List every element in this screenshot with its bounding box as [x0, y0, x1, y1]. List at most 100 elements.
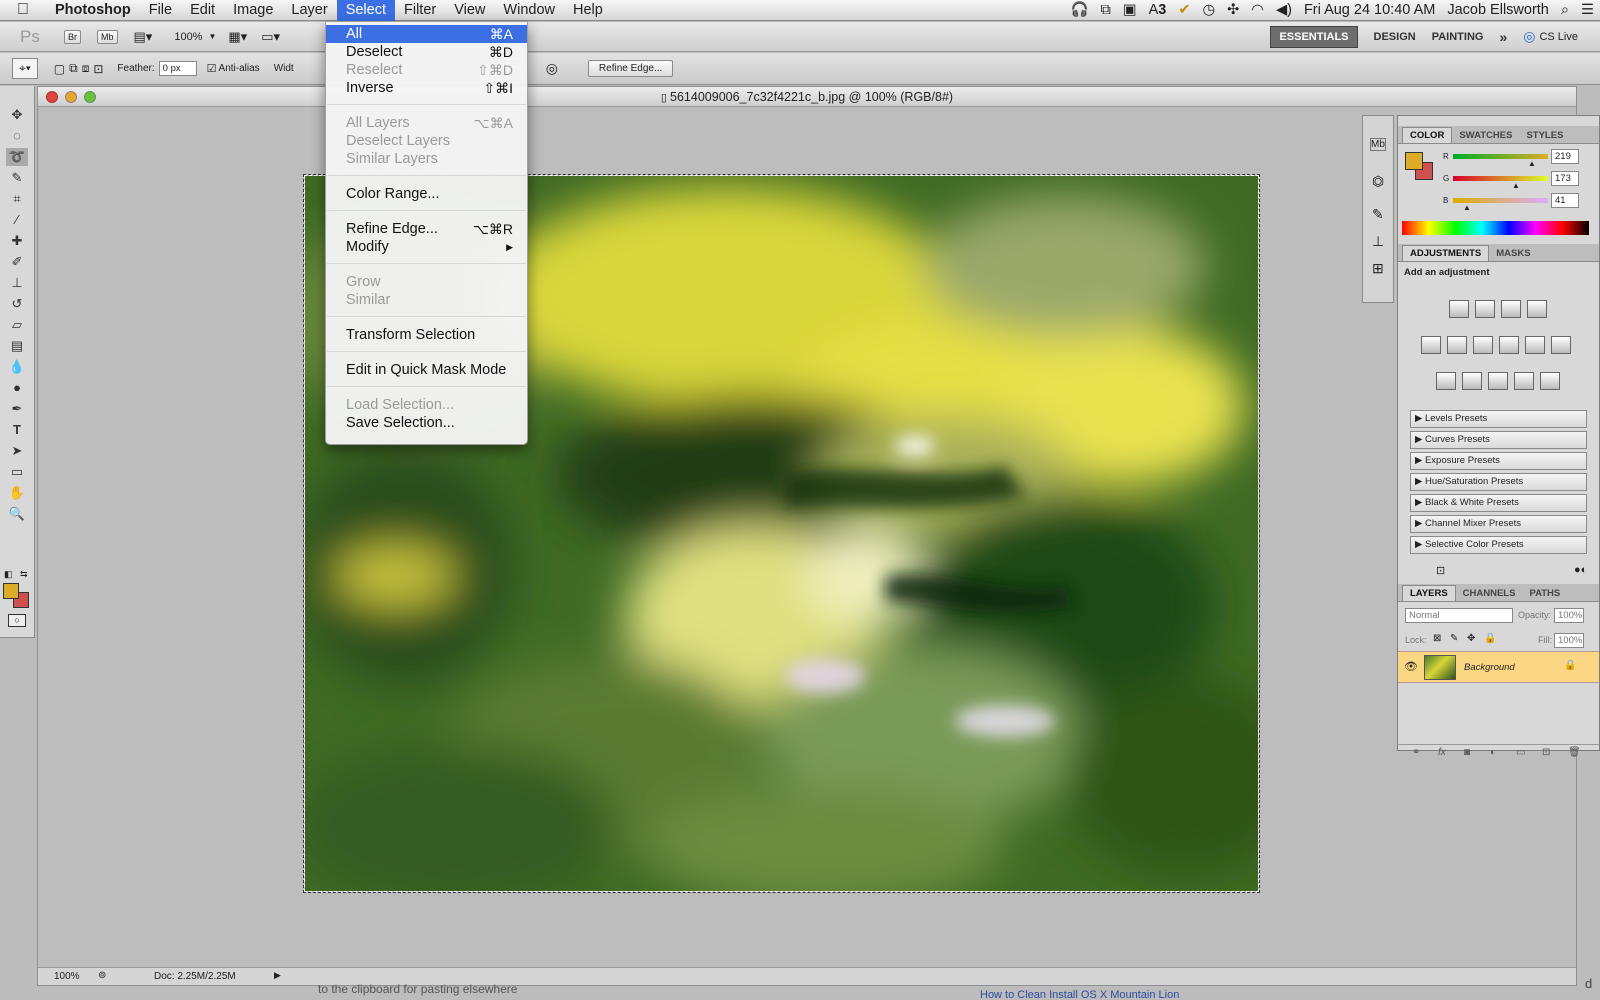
clock[interactable]: Fri Aug 24 10:40 AM	[1298, 0, 1441, 21]
preset-black-white[interactable]: ▶ Black & White Presets	[1410, 494, 1587, 512]
r-value-input[interactable]: 219	[1551, 149, 1579, 164]
path-selection-tool-icon[interactable]: ➤	[6, 442, 28, 460]
mini-bridge-panel-icon[interactable]: Mb	[1370, 138, 1386, 151]
menu-filter[interactable]: Filter	[395, 0, 445, 21]
bluetooth-icon[interactable]: ✣	[1221, 0, 1245, 21]
tab-masks[interactable]: MASKS	[1489, 246, 1537, 261]
menu-item-transform-selection[interactable]: Transform Selection	[326, 326, 527, 344]
clone-stamp-tool-icon[interactable]: ⊥	[6, 274, 28, 292]
channel-mixer-icon[interactable]	[1551, 336, 1571, 354]
lock-image-icon[interactable]: ✎	[1450, 633, 1458, 644]
tab-styles[interactable]: STYLES	[1519, 128, 1570, 143]
zoom-tool-icon[interactable]: 🔍	[6, 505, 28, 523]
brush-tool-icon[interactable]: ✐	[6, 253, 28, 271]
exposure-icon[interactable]	[1527, 300, 1547, 318]
menu-item-modify[interactable]: Modify ▶	[326, 238, 527, 256]
quick-mask-icon[interactable]: ○	[8, 614, 26, 627]
lasso-tool-icon[interactable]: ➰	[6, 148, 28, 166]
adjustment-panel-clip-icon[interactable]: ●◐	[1574, 564, 1587, 576]
background-page-link[interactable]: How to Clean Install OS X Mountain Lion	[980, 989, 1179, 1000]
marquee-tool-icon[interactable]: ◌	[6, 127, 28, 145]
fill-input[interactable]: 100%	[1554, 633, 1584, 648]
invert-icon[interactable]	[1436, 372, 1456, 390]
chevron-down-icon[interactable]: ▼	[208, 32, 216, 41]
crop-tool-icon[interactable]: ⌗	[6, 190, 28, 208]
layer-style-icon[interactable]: fx	[1438, 747, 1446, 758]
zoom-button[interactable]	[84, 91, 96, 103]
color-foreground-swatch[interactable]	[1405, 152, 1423, 170]
adobe-updater-icon[interactable]: A3	[1143, 0, 1173, 21]
g-slider[interactable]	[1453, 176, 1548, 181]
volume-icon[interactable]: ◀)	[1270, 0, 1298, 21]
screen-share-icon[interactable]: ⧉	[1095, 0, 1117, 21]
refine-edge-button[interactable]: Refine Edge...	[587, 60, 674, 77]
levels-icon[interactable]	[1475, 300, 1495, 318]
blur-tool-icon[interactable]: 💧	[6, 358, 28, 376]
feather-input[interactable]: 0 px	[158, 61, 197, 76]
r-slider-thumb-icon[interactable]: ▲	[1528, 159, 1536, 168]
gradient-map-icon[interactable]	[1514, 372, 1534, 390]
menu-view[interactable]: View	[445, 0, 494, 21]
rectangle-tool-icon[interactable]: ▭	[6, 463, 28, 481]
view-extras-icon[interactable]: ▤▾	[134, 29, 153, 45]
menu-item-inverse[interactable]: Inverse ⇧⌘I	[326, 79, 527, 97]
menu-photoshop[interactable]: Photoshop	[46, 0, 140, 21]
close-button[interactable]	[46, 91, 58, 103]
default-colors-icon[interactable]: ◧	[4, 569, 13, 580]
menu-help[interactable]: Help	[564, 0, 612, 21]
visibility-eye-icon[interactable]: 👁	[1404, 660, 1418, 673]
hue-saturation-icon[interactable]	[1447, 336, 1467, 354]
wifi-icon[interactable]: ◠	[1245, 0, 1270, 21]
dodge-tool-icon[interactable]: ●	[6, 379, 28, 397]
tab-adjustments[interactable]: ADJUSTMENTS	[1402, 245, 1490, 261]
add-to-selection-icon[interactable]: ⧉	[69, 61, 78, 76]
tab-swatches[interactable]: SWATCHES	[1452, 128, 1519, 143]
workspace-design[interactable]: DESIGN	[1366, 27, 1424, 47]
blend-mode-select[interactable]: Normal	[1405, 608, 1513, 623]
layer-name[interactable]: Background	[1464, 662, 1515, 673]
add-mask-icon[interactable]: ◙	[1464, 747, 1470, 758]
lock-transparent-icon[interactable]: ⊠	[1433, 633, 1441, 644]
preset-hue-saturation[interactable]: ▶ Hue/Saturation Presets	[1410, 473, 1587, 491]
preset-exposure[interactable]: ▶ Exposure Presets	[1410, 452, 1587, 470]
lock-all-icon[interactable]: 🔒	[1484, 633, 1496, 644]
arrange-documents-icon[interactable]: ▦▾	[228, 29, 247, 45]
g-value-input[interactable]: 173	[1551, 171, 1579, 186]
menu-item-quick-mask[interactable]: Edit in Quick Mask Mode	[326, 361, 527, 379]
new-adjustment-layer-icon[interactable]: ◐	[1490, 747, 1496, 758]
healing-brush-tool-icon[interactable]: ✚	[6, 232, 28, 250]
apple-icon[interactable]: 	[0, 1, 46, 19]
menu-edit[interactable]: Edit	[181, 0, 224, 21]
gradient-tool-icon[interactable]: ▤	[6, 337, 28, 355]
eyedropper-tool-icon[interactable]: ⁄	[6, 211, 28, 229]
b-slider-thumb-icon[interactable]: ▲	[1463, 203, 1471, 212]
menu-item-refine-edge[interactable]: Refine Edge... ⌥⌘R	[326, 220, 527, 238]
menu-layer[interactable]: Layer	[282, 0, 336, 21]
curves-icon[interactable]	[1501, 300, 1521, 318]
status-info-icon[interactable]: ⊚	[98, 970, 106, 981]
user-name[interactable]: Jacob Ellsworth	[1441, 0, 1555, 21]
anti-alias-checkbox[interactable]: ☑	[207, 62, 217, 75]
new-group-icon[interactable]: ▭	[1516, 747, 1525, 758]
preset-levels[interactable]: ▶ Levels Presets	[1410, 410, 1587, 428]
quick-selection-tool-icon[interactable]: ✎	[6, 169, 28, 187]
posterize-icon[interactable]	[1462, 372, 1482, 390]
more-workspaces-icon[interactable]: »	[1491, 25, 1515, 49]
swap-colors-icon[interactable]: ⇆	[20, 569, 28, 580]
screen-mode-icon[interactable]: ▭▾	[261, 29, 280, 45]
preset-curves[interactable]: ▶ Curves Presets	[1410, 431, 1587, 449]
tool-preset-picker[interactable]: ⌖▾	[12, 58, 38, 79]
menu-item-color-range[interactable]: Color Range...	[326, 185, 527, 203]
menu-select[interactable]: Select	[336, 0, 395, 21]
new-selection-icon[interactable]: ▢	[54, 62, 65, 76]
time-machine-icon[interactable]: ◷	[1196, 0, 1221, 21]
pressure-icon[interactable]: ◎	[546, 60, 558, 77]
new-layer-icon[interactable]: ⊡	[1542, 747, 1550, 758]
hand-tool-icon[interactable]: ✋	[6, 484, 28, 502]
checkmark-icon[interactable]: ✔	[1172, 0, 1196, 21]
opacity-input[interactable]: 100%	[1554, 608, 1584, 623]
menu-item-save-selection[interactable]: Save Selection...	[326, 414, 527, 432]
menu-image[interactable]: Image	[224, 0, 282, 21]
status-menu-arrow-icon[interactable]: ▶	[274, 970, 281, 981]
menu-window[interactable]: Window	[494, 0, 564, 21]
